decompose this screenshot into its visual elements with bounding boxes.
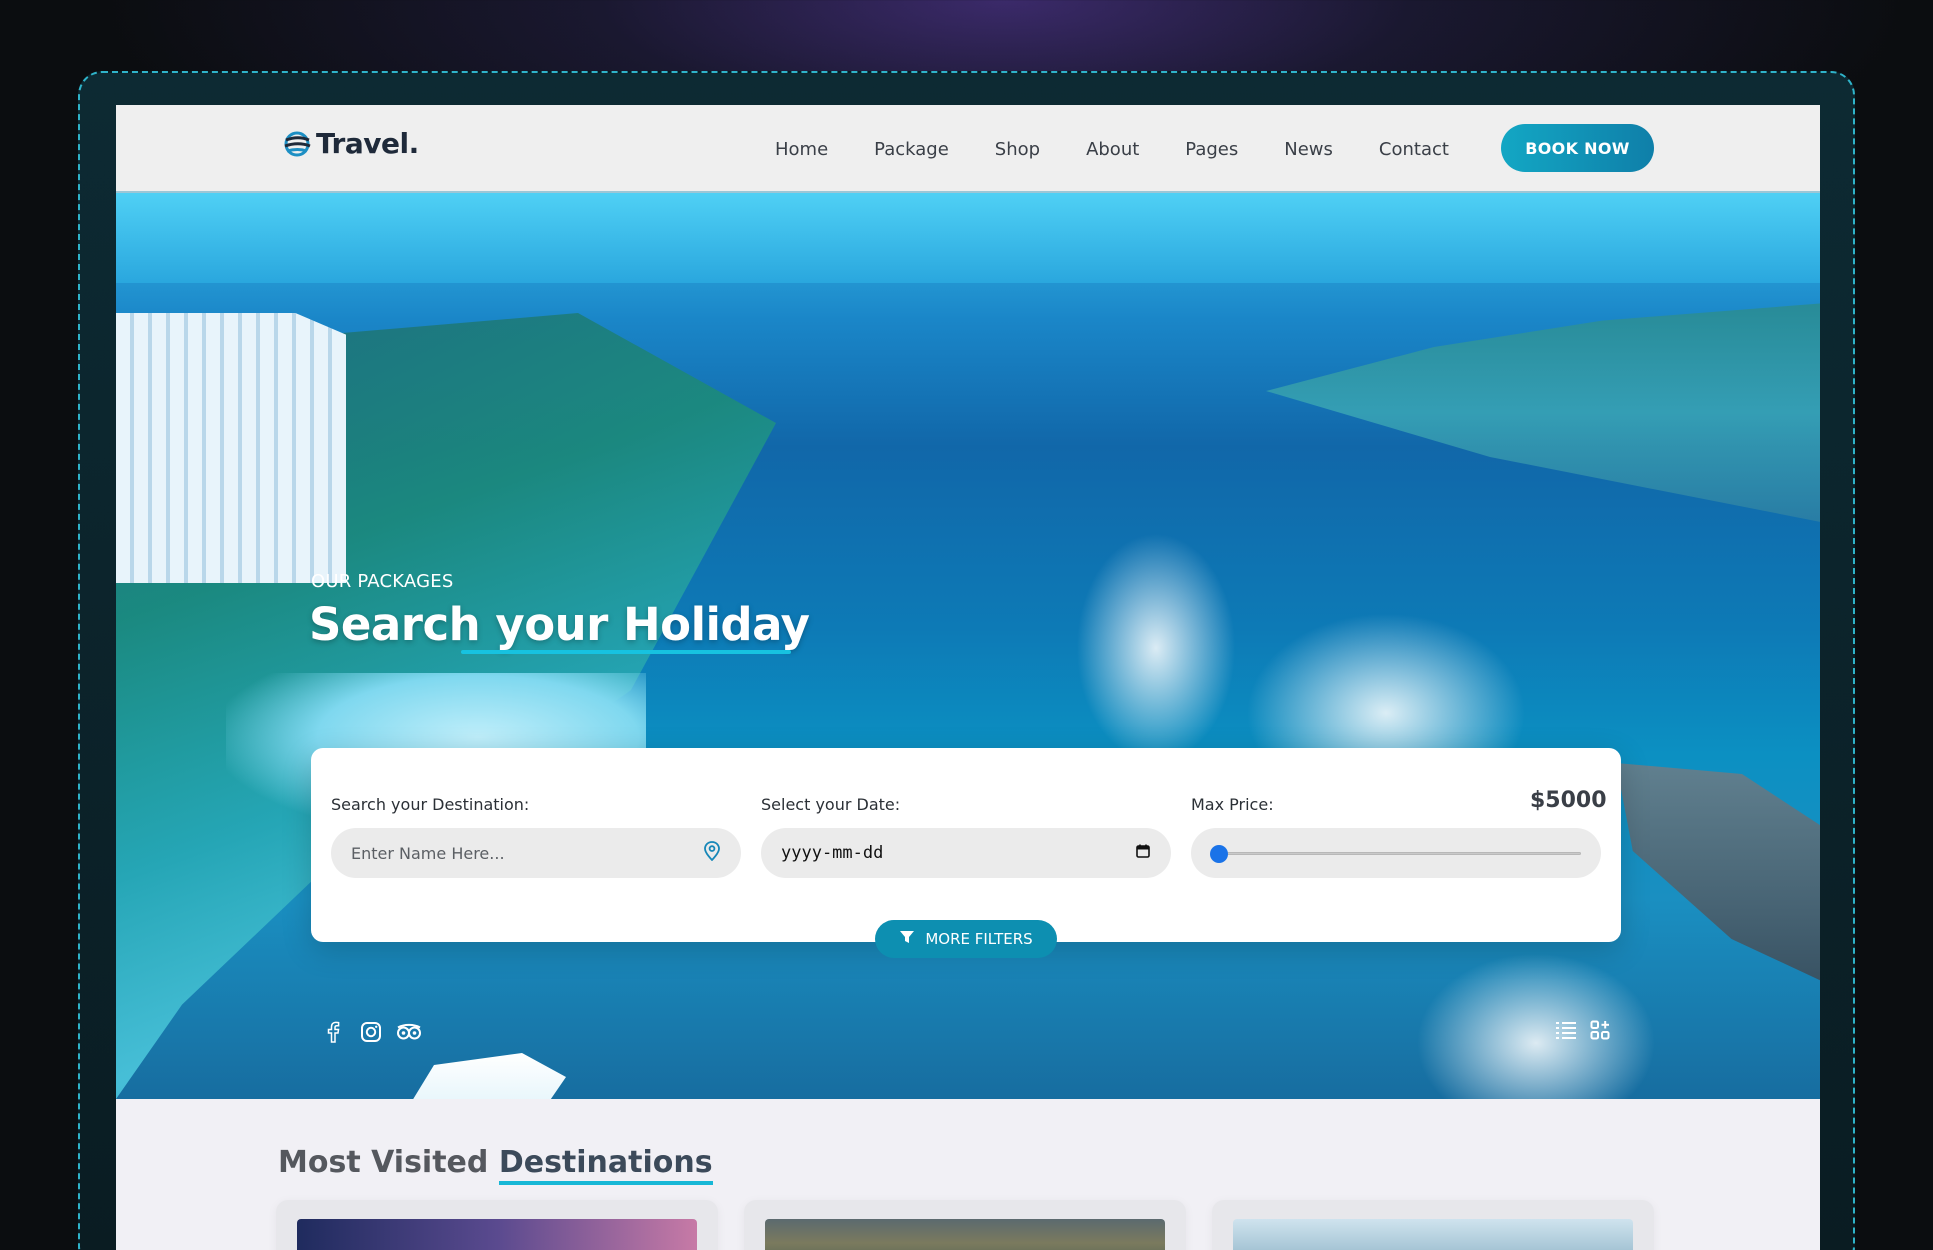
destination-field[interactable]: [331, 828, 741, 878]
more-filters-label: MORE FILTERS: [925, 930, 1033, 948]
slider-track[interactable]: [1213, 852, 1581, 855]
social-links: [320, 1019, 422, 1045]
hero-title-underline: [461, 650, 791, 654]
max-price-label: Max Price:: [1191, 795, 1274, 814]
destination-input[interactable]: [351, 843, 703, 863]
date-input[interactable]: yyyy-mm-dd: [781, 843, 1135, 863]
brand-name: Travel.: [316, 127, 419, 160]
tripadvisor-icon[interactable]: [396, 1019, 422, 1045]
boat-wake: [1076, 533, 1236, 763]
book-now-button[interactable]: BOOK NOW: [1501, 124, 1654, 172]
section-title: Most Visited Destinations: [278, 1145, 713, 1185]
destination-image: [765, 1219, 1165, 1250]
destination-label: Search your Destination:: [331, 795, 530, 814]
calendar-icon[interactable]: [1135, 843, 1151, 864]
brand-logo[interactable]: Travel.: [282, 127, 419, 160]
map-pin-icon[interactable]: [703, 840, 721, 866]
nav-home[interactable]: Home: [752, 139, 851, 160]
destination-card[interactable]: [744, 1200, 1186, 1250]
main-menu: Home Package Shop About Pages News Conta…: [752, 105, 1472, 193]
hero-title: Search your Holiday: [309, 598, 810, 654]
date-field[interactable]: yyyy-mm-dd: [761, 828, 1171, 878]
grid-view-icon[interactable]: [1587, 1017, 1613, 1043]
hero-title-text: Search your Holiday: [309, 598, 810, 651]
more-filters-button[interactable]: MORE FILTERS: [875, 920, 1057, 958]
list-view-icon[interactable]: [1553, 1017, 1579, 1043]
section-title-plain: Most Visited: [278, 1145, 499, 1180]
hotel-building: [116, 313, 346, 583]
section-title-accent: Destinations: [498, 1145, 713, 1185]
search-card: Search your Destination: Select your Dat…: [311, 748, 1621, 942]
slider-thumb[interactable]: [1210, 845, 1228, 863]
destination-image: [1233, 1219, 1633, 1250]
globe-logo-icon: [284, 131, 311, 156]
instagram-icon[interactable]: [358, 1019, 384, 1045]
nav-about[interactable]: About: [1063, 139, 1162, 160]
destination-card[interactable]: [276, 1200, 718, 1250]
navbar: Travel. Home Package Shop About Pages Ne…: [116, 105, 1820, 193]
nav-pages[interactable]: Pages: [1162, 139, 1261, 160]
hero-kicker: OUR PACKAGES: [311, 571, 454, 592]
date-label: Select your Date:: [761, 795, 901, 814]
max-price-value: $5000: [1530, 788, 1607, 813]
nav-shop[interactable]: Shop: [972, 139, 1063, 160]
destination-image: [297, 1219, 697, 1250]
nav-contact[interactable]: Contact: [1356, 139, 1472, 160]
filter-icon: [899, 929, 915, 949]
website-page: Travel. Home Package Shop About Pages Ne…: [116, 105, 1820, 1250]
yacht: [368, 1053, 566, 1099]
pier: [1616, 763, 1820, 983]
nav-package[interactable]: Package: [851, 139, 972, 160]
hero-banner: OUR PACKAGES Search your Holiday Search …: [116, 193, 1820, 1099]
destination-card[interactable]: [1212, 1200, 1654, 1250]
jetski-wake: [1416, 953, 1656, 1099]
hero-sky: [116, 193, 1820, 283]
facebook-icon[interactable]: [320, 1019, 346, 1045]
view-toggle: [1553, 1017, 1613, 1043]
price-slider[interactable]: [1191, 828, 1601, 878]
marina-shore: [1266, 303, 1820, 523]
nav-news[interactable]: News: [1261, 139, 1356, 160]
